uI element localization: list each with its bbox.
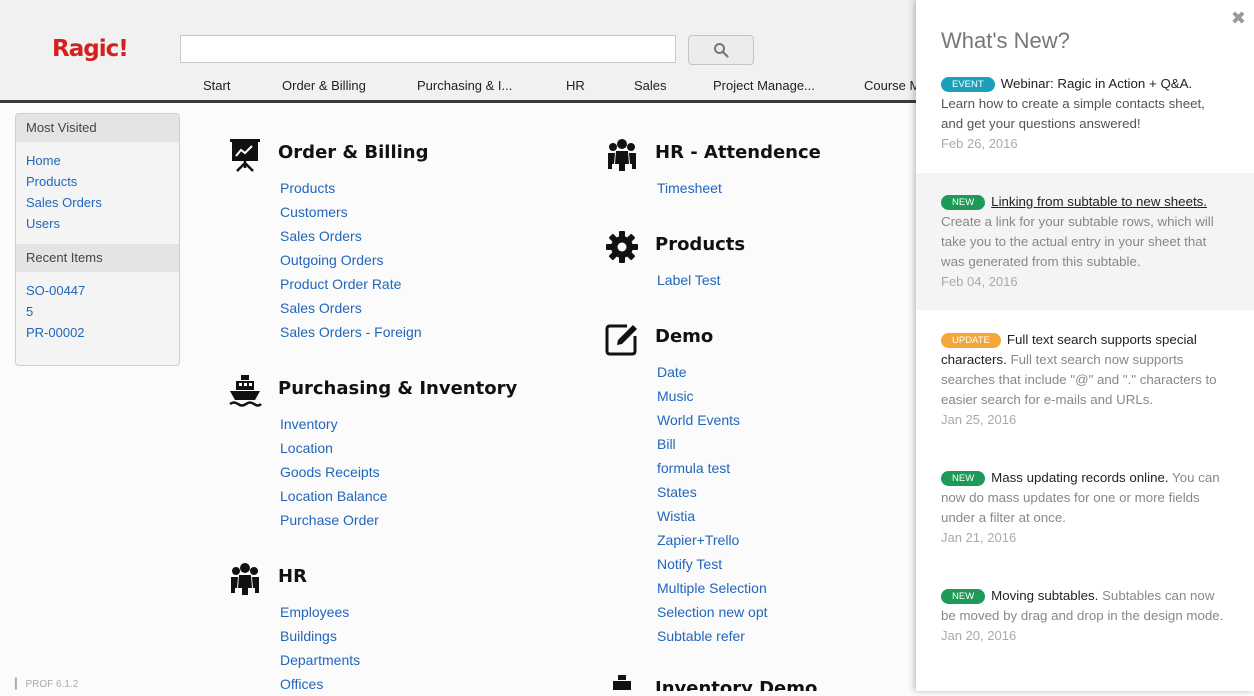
tab-course[interactable]: Course M [864, 78, 920, 93]
sheet-link[interactable]: Wistia [657, 504, 768, 528]
sheet-link[interactable]: Timesheet [657, 176, 722, 200]
sheet-link[interactable]: World Events [657, 408, 768, 432]
most-visited-list: Home Products Sales Orders Users [16, 142, 179, 244]
group-title: Inventory Demo [655, 678, 818, 691]
sheet-link[interactable]: Offices [280, 672, 360, 696]
most-visited-link[interactable]: Sales Orders [26, 192, 179, 213]
tab-purchasing[interactable]: Purchasing & I... [417, 78, 512, 93]
event-badge: EVENT [941, 77, 995, 92]
people-icon [608, 139, 636, 171]
version-label: ▎ PROF 6.1.2 [15, 679, 79, 690]
sheet-link[interactable]: Date [657, 360, 768, 384]
most-visited-header: Most Visited [16, 114, 179, 142]
presentation-chart-icon [230, 139, 260, 172]
recent-item-link[interactable]: 5 [26, 301, 179, 322]
news-item: NEW Moving subtables. Subtables can now b… [916, 586, 1254, 646]
most-visited-link[interactable]: Users [26, 213, 179, 234]
group-links: Products Customers Sales Orders Outgoing… [280, 176, 422, 344]
group-title: HR - Attendence [655, 142, 821, 163]
news-title-link[interactable]: Linking from subtable to new sheets. [991, 194, 1207, 209]
sheet-link[interactable]: States [657, 480, 768, 504]
news-description: Learn how to create a simple contacts sh… [941, 96, 1205, 131]
group-links: Date Music World Events Bill formula tes… [657, 360, 768, 648]
news-description: Create a link for your subtable rows, wh… [941, 214, 1214, 269]
group-links: Timesheet [657, 176, 722, 200]
recent-item-link[interactable]: PR-00002 [26, 322, 179, 343]
panel-title: What's New? [941, 28, 1070, 53]
sheet-link[interactable]: Location [280, 436, 387, 460]
sheet-link[interactable]: Multiple Selection [657, 576, 768, 600]
sheet-link[interactable]: Inventory [280, 412, 387, 436]
sheet-link[interactable]: Employees [280, 600, 360, 624]
group-title: HR [278, 566, 307, 587]
group-links: Label Test [657, 268, 721, 292]
search-icon [714, 43, 729, 58]
news-date: Feb 26, 2016 [941, 136, 1018, 151]
sheet-link[interactable]: Bill [657, 432, 768, 456]
sheet-link[interactable]: Label Test [657, 268, 721, 292]
news-date: Jan 21, 2016 [941, 530, 1017, 545]
sheet-link[interactable]: Purchase Order [280, 508, 387, 532]
most-visited-link[interactable]: Home [26, 150, 179, 171]
news-item: UPDATE Full text search supports special … [916, 330, 1254, 430]
new-badge: NEW [941, 195, 986, 210]
whats-new-panel: What's New? ✖ EVENT Webinar: Ragic in Act… [916, 0, 1254, 691]
news-title: Moving subtables. [991, 588, 1099, 603]
group-inventory-demo: Inventory Demo [605, 674, 905, 691]
sheet-link[interactable]: Goods Receipts [280, 460, 387, 484]
tab-order-billing[interactable]: Order & Billing [282, 78, 366, 93]
group-links: Inventory Location Goods Receipts Locati… [280, 412, 387, 532]
most-visited-link[interactable]: Products [26, 171, 179, 192]
new-badge: NEW [941, 471, 986, 486]
sheet-link[interactable]: Products [280, 176, 422, 200]
group-title: Products [655, 234, 746, 255]
tab-hr[interactable]: HR [566, 78, 585, 93]
news-item: NEW Linking from subtable to new sheets. … [916, 173, 1254, 310]
sheet-link[interactable]: Customers [280, 200, 422, 224]
group-title: Order & Billing [278, 142, 429, 163]
sheet-link[interactable]: Subtable refer [657, 624, 768, 648]
search-input[interactable] [180, 35, 676, 63]
tab-start[interactable]: Start [203, 78, 230, 93]
ship-icon [613, 675, 631, 690]
app-logo[interactable]: Ragic! [52, 36, 129, 62]
news-date: Jan 25, 2016 [941, 412, 1017, 427]
new-badge: NEW [941, 589, 986, 604]
edit-icon [605, 324, 637, 356]
sheet-link[interactable]: Outgoing Orders [280, 248, 422, 272]
people-icon [231, 563, 259, 595]
recent-items-list: SO-00447 5 PR-00002 [16, 272, 179, 353]
sheet-link[interactable]: Location Balance [280, 484, 387, 508]
tab-sales[interactable]: Sales [634, 78, 667, 93]
sheet-link[interactable]: Zapier+Trello [657, 528, 768, 552]
sheet-link[interactable]: Product Order Rate [280, 272, 422, 296]
sheet-link[interactable]: Buildings [280, 624, 360, 648]
recent-item-link[interactable]: SO-00447 [26, 280, 179, 301]
sheet-link[interactable]: Sales Orders [280, 224, 422, 248]
recent-items-header: Recent Items [16, 244, 179, 272]
gear-icon [606, 231, 638, 263]
ship-icon [229, 375, 262, 407]
group-title: Demo [655, 326, 714, 347]
news-item: EVENT Webinar: Ragic in Action + Q&A. Lea… [916, 74, 1254, 154]
news-date: Jan 20, 2016 [941, 628, 1017, 643]
group-links: Employees Buildings Departments Offices [280, 600, 360, 696]
sheet-link[interactable]: Sales Orders [280, 296, 422, 320]
update-badge: UPDATE [941, 333, 1001, 348]
close-icon[interactable]: ✖ [1231, 8, 1246, 29]
news-title: Webinar: Ragic in Action + Q&A. [1000, 76, 1193, 91]
search-button[interactable] [688, 35, 754, 65]
sidebar: Most Visited Home Products Sales Orders … [15, 113, 180, 366]
tab-project-management[interactable]: Project Manage... [713, 78, 815, 93]
sheet-link[interactable]: formula test [657, 456, 768, 480]
sheet-link[interactable]: Sales Orders - Foreign [280, 320, 422, 344]
sheet-link[interactable]: Music [657, 384, 768, 408]
sheet-link[interactable]: Departments [280, 648, 360, 672]
news-item: NEW Mass updating records online. You can… [916, 468, 1254, 548]
sheet-link[interactable]: Selection new opt [657, 600, 768, 624]
group-title: Purchasing & Inventory [278, 378, 518, 399]
news-date: Feb 04, 2016 [941, 274, 1018, 289]
news-title: Mass updating records online. [991, 470, 1169, 485]
sheet-link[interactable]: Notify Test [657, 552, 768, 576]
